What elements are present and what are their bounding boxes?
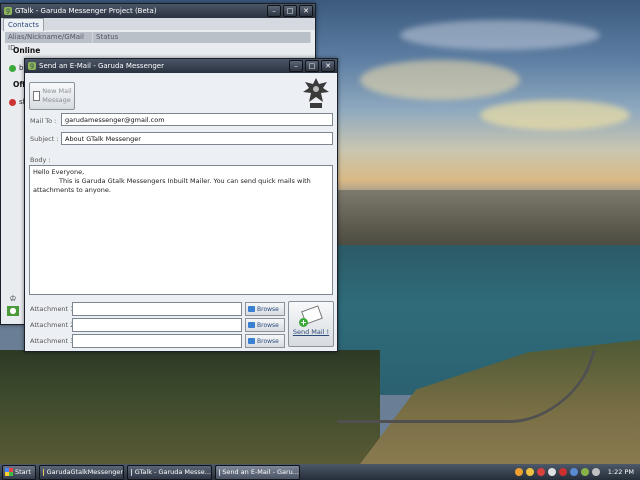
garuda-icon[interactable]: ♔ [7, 294, 19, 304]
taskbar-item-folder[interactable]: GarudaGtalkMessenger [39, 464, 124, 480]
system-tray: 1:22 PM [512, 464, 640, 480]
window-title: GTalk - Garuda Messenger Project (Beta) [15, 7, 157, 15]
folder-icon [248, 322, 255, 328]
wallpaper-cliffs [320, 190, 640, 250]
taskbar-item-label: GTalk - Garuda Messe... [134, 468, 211, 476]
tab-contacts[interactable]: Contacts [3, 18, 44, 31]
app-icon [131, 468, 132, 476]
attachment-1-field[interactable] [72, 302, 242, 316]
taskbar: Start GarudaGtalkMessenger GTalk - Garud… [0, 464, 640, 480]
attachment-2-field[interactable] [72, 318, 242, 332]
browse-label: Browse [257, 321, 279, 329]
garuda-emblem-icon [303, 78, 329, 108]
maximize-button[interactable]: □ [305, 60, 319, 72]
send-email-window: g Send an E-Mail - Garuda Messenger – □ … [24, 58, 338, 352]
mail-form: New Mail Message Mail To : garudamesseng… [25, 73, 337, 351]
body-text: This is Garuda Gtalk Messengers Inbuilt … [33, 177, 311, 194]
maximize-button[interactable]: □ [283, 5, 297, 17]
tray-icon[interactable] [525, 468, 534, 476]
contact-list-header: Alias/Nickname/GMail ID Status [5, 32, 311, 52]
start-button[interactable]: Start [2, 464, 36, 480]
attachment-3-browse-button[interactable]: Browse [245, 334, 285, 348]
close-button[interactable]: ✕ [299, 5, 313, 17]
app-icon: g [28, 62, 36, 70]
new-mail-label: New Mail Message [42, 87, 72, 104]
folder-icon [43, 468, 44, 476]
column-header-alias[interactable]: Alias/Nickname/GMail ID [5, 32, 93, 52]
mail-titlebar[interactable]: g Send an E-Mail - Garuda Messenger – □ … [25, 59, 337, 73]
contact-name: b [19, 64, 24, 72]
send-mail-button[interactable]: + Send Mail ! [288, 301, 334, 347]
plus-icon: + [299, 318, 308, 327]
app-icon: g [4, 7, 12, 15]
subject-field[interactable]: About GTalk Messenger [61, 132, 333, 145]
folder-icon [248, 306, 255, 312]
subject-label: Subject : [30, 135, 59, 143]
start-label: Start [15, 468, 31, 476]
mail-to-label: Mail To : [30, 117, 57, 125]
envelope-icon [33, 91, 41, 101]
tray-icon[interactable] [558, 468, 567, 476]
close-button[interactable]: ✕ [321, 60, 335, 72]
attachment-3-field[interactable] [72, 334, 242, 348]
column-header-status[interactable]: Status [93, 32, 311, 43]
windows-logo-icon [5, 468, 13, 476]
wallpaper-hills [0, 350, 380, 464]
minimize-button[interactable]: – [289, 60, 303, 72]
browse-label: Browse [257, 337, 279, 345]
mail-to-field[interactable]: garudamessenger@gmail.com [61, 113, 333, 126]
attachment-1-browse-button[interactable]: Browse [245, 302, 285, 316]
send-mail-label: Send Mail ! [292, 328, 330, 336]
wallpaper-cloud [400, 20, 600, 50]
tray-icon[interactable] [547, 468, 556, 476]
offline-status-icon [9, 98, 16, 106]
tray-icon[interactable] [569, 468, 578, 476]
taskbar-item-send-email[interactable]: Send an E-Mail - Garu... [215, 464, 300, 480]
wallpaper-cloud [360, 60, 520, 100]
gtalk-bottom-toolbar: ♔ ● [5, 292, 23, 322]
attachment-2-browse-button[interactable]: Browse [245, 318, 285, 332]
status-icon[interactable]: ● [7, 306, 19, 316]
body-label: Body : [30, 156, 51, 164]
tray-icon[interactable] [580, 468, 589, 476]
tray-icon[interactable] [536, 468, 545, 476]
volume-icon[interactable] [591, 468, 600, 476]
clock[interactable]: 1:22 PM [608, 468, 634, 476]
wallpaper-cloud [480, 100, 630, 130]
online-status-icon [9, 64, 16, 72]
gtalk-titlebar[interactable]: g GTalk - Garuda Messenger Project (Beta… [1, 4, 315, 18]
tray-icon[interactable] [514, 468, 523, 476]
minimize-button[interactable]: – [267, 5, 281, 17]
window-title: Send an E-Mail - Garuda Messenger [39, 62, 164, 70]
body-greeting: Hello Everyone, [33, 168, 85, 176]
folder-icon [248, 338, 255, 344]
body-textarea[interactable]: Hello Everyone, This is Garuda Gtalk Mes… [29, 165, 333, 295]
new-mail-button[interactable]: New Mail Message [29, 82, 75, 110]
taskbar-item-gtalk[interactable]: GTalk - Garuda Messe... [127, 464, 212, 480]
taskbar-item-label: Send an E-Mail - Garu... [222, 468, 299, 476]
tab-bar: Contacts [1, 18, 315, 31]
browse-label: Browse [257, 305, 279, 313]
taskbar-item-label: GarudaGtalkMessenger [46, 468, 123, 476]
